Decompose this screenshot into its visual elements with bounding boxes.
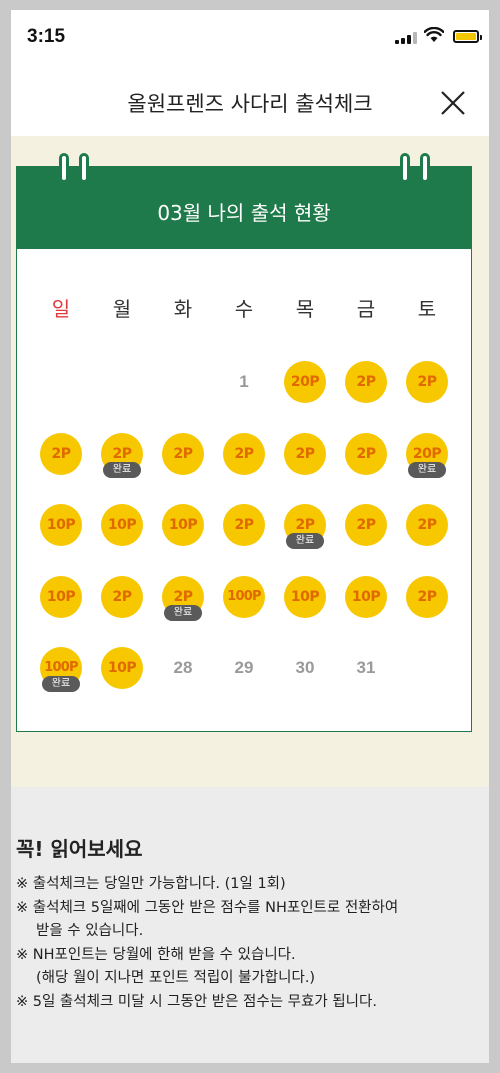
point-coin: 2P [406,504,448,546]
notice-list: ※ 출석체크는 당일만 가능합니다. (1일 1회) ※ 출석체크 5일째에 그동… [16,873,484,1014]
day-number: 1 [239,372,249,391]
calendar-day-points: 100P [221,574,267,620]
point-coin: 2P [101,576,143,618]
status-bar: 3:15 [11,10,489,68]
complete-badge: 완료 [286,533,324,549]
point-coin: 2P [223,504,265,546]
point-coin: 10P [162,504,204,546]
wifi-icon [424,27,444,42]
point-coin: 100P [223,576,265,618]
complete-badge: 완료 [42,676,80,692]
calendar-day: 28 [160,645,206,691]
point-coin: 10P [101,504,143,546]
point-coin: 2P [406,576,448,618]
phone-screen: 3:15 올원프렌즈 사다리 출석체크 03월 나의 출석 현황 일 월 화 수… [11,10,489,1063]
calendar-day-points: 10P [160,502,206,548]
calendar-day-points: 2P [221,431,267,477]
day-number: 30 [295,658,315,677]
calendar-day-points: 10P [99,645,145,691]
calendar-day-points: 2P [221,502,267,548]
day-number: 29 [234,658,254,677]
calendar-day-points: 2P [343,359,389,405]
point-coin: 20P [284,361,326,403]
calendar-day-points: 10P [343,574,389,620]
point-coin: 2P [223,433,265,475]
point-coin: 2P [406,361,448,403]
calendar-day: 30 [282,645,328,691]
point-coin: 2P [40,433,82,475]
notice-line: ※ 출석체크 5일째에 그동안 받은 점수를 NH포인트로 전환하여 [16,899,399,916]
calendar-day: 29 [221,645,267,691]
calendar-day-points: 10P [99,502,145,548]
calendar-grid: 1 20P 2P 2P 2P 2P 완료 2P 2P 2P 2P 20P 완료 10P 10P 10P 2P 2P… [17,167,471,733]
point-coin: 10P [284,576,326,618]
calendar-day-points: 2P [282,431,328,477]
point-coin: 2P [345,361,387,403]
notice-title: 꼭! 읽어보세요 [16,837,143,861]
notice-line: ※ NH포인트는 당월에 한해 받을 수 있습니다. [16,946,296,963]
close-icon[interactable] [438,88,468,118]
calendar-day-points: 10P [38,502,84,548]
calendar-day-points: 2P [343,431,389,477]
calendar-day-points: 2P [99,574,145,620]
calendar-day-points: 2P [404,359,450,405]
calendar-day-points: 20P [282,359,328,405]
calendar-day-points: 2P [404,574,450,620]
notice-line: 받을 수 있습니다. [36,923,144,939]
calendar-day-points: 2P 완료 [99,431,145,478]
point-coin: 10P [345,576,387,618]
point-coin: 10P [101,647,143,689]
point-coin: 2P [162,433,204,475]
status-time: 3:15 [27,26,66,47]
calendar-day: 31 [343,645,389,691]
page-title: 올원프렌즈 사다리 출석체크 [127,92,373,116]
calendar-day-points: 10P [38,574,84,620]
calendar-day-points: 2P [38,431,84,477]
header: 올원프렌즈 사다리 출석체크 [11,68,489,136]
point-coin: 2P [284,433,326,475]
point-coin: 2P [345,504,387,546]
battery-icon [453,30,482,43]
calendar-day-points: 20P 완료 [404,431,450,478]
notice-line: ※ 5일 출석체크 미달 시 그동안 받은 점수는 무효가 됩니다. [16,993,377,1010]
notice-line: ※ 출석체크는 당일만 가능합니다. (1일 1회) [16,876,286,892]
attendance-calendar: 03월 나의 출석 현황 일 월 화 수 목 금 토 1 20P 2P 2P 2P 2P 완… [16,153,472,733]
calendar-day-points: 2P [160,431,206,477]
calendar-day-points: 2P [343,502,389,548]
calendar-day-points: 2P [404,502,450,548]
notice-section: 꼭! 읽어보세요 ※ 출석체크는 당일만 가능합니다. (1일 1회) ※ 출석체… [11,787,489,1063]
point-coin: 10P [40,576,82,618]
complete-badge: 완료 [103,462,141,478]
calendar-day-points: 2P 완료 [282,502,328,549]
notice-line: (해당 월이 지나면 포인트 적립이 불가합니다.) [36,970,316,986]
calendar-day-points: 2P 완료 [160,574,206,621]
complete-badge: 완료 [164,605,202,621]
day-number: 28 [173,658,193,677]
calendar-day: 1 [221,359,267,405]
point-coin: 2P [345,433,387,475]
calendar-day-points: 10P [282,574,328,620]
complete-badge: 완료 [408,462,446,478]
calendar-day-points: 100P 완료 [38,645,84,692]
signal-icon [395,32,417,44]
day-number: 31 [356,658,376,677]
point-coin: 10P [40,504,82,546]
